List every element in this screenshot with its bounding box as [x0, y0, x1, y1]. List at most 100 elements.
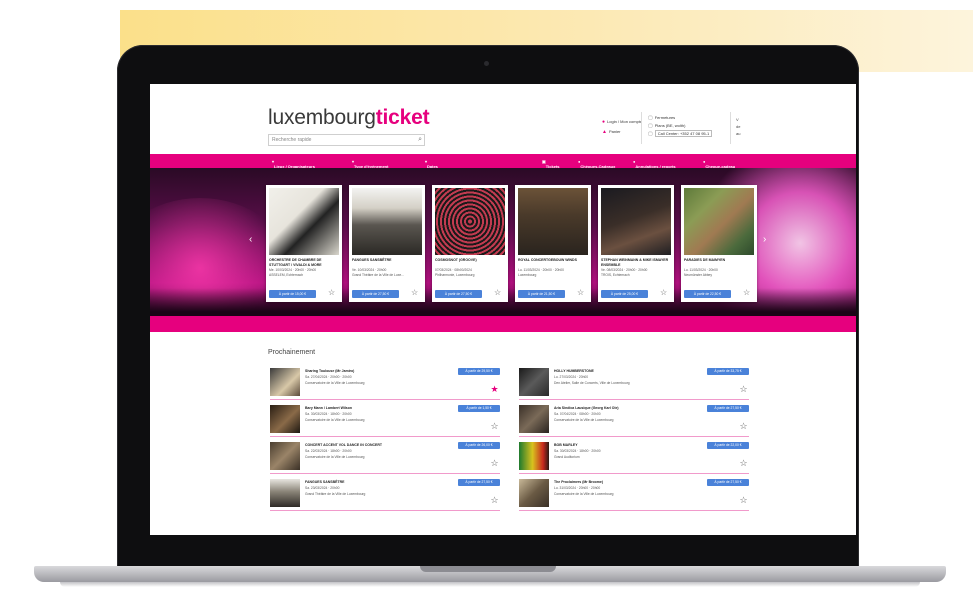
event-title: Sharing Toulouse (Mr Jamiro) — [305, 369, 355, 373]
favorite-star-icon[interactable]: ☆ — [577, 289, 584, 297]
favorite-star-icon[interactable]: ☆ — [328, 289, 335, 297]
cart-link[interactable]: ▲ Panier — [602, 127, 642, 137]
favorite-star-icon[interactable]: ☆ — [489, 459, 500, 468]
event-image — [269, 188, 339, 255]
event-meta: Ve. 10/03/2024 · 20h00 Grand Théâtre de l… — [352, 268, 422, 277]
closures-link[interactable]: ▢ Fermetures — [648, 114, 712, 122]
event-thumbnail — [270, 442, 300, 470]
favorite-star-icon[interactable]: ☆ — [660, 289, 667, 297]
hero-bottom-band — [150, 316, 856, 332]
contact-more-line: de — [736, 124, 741, 129]
nav-item-tickets[interactable]: ▣ Tickets — [542, 159, 560, 169]
event-title: CONCERT ACCENT VOL DANCE IN CONCERT — [305, 443, 383, 447]
buy-ticket-button[interactable]: À partir de 22,00 € — [707, 442, 749, 449]
nav-item-gift-card[interactable]: ● Cheque-cadeau — [703, 159, 735, 169]
event-thumbnail — [519, 368, 549, 396]
event-venue: Conservatoire de la Ville de Luxembourg — [305, 381, 365, 385]
favorite-star-icon[interactable]: ☆ — [738, 496, 749, 505]
list-item[interactable]: HOLLY HUMBERSTONE Lu. 27/03/2024 · 20h00… — [519, 367, 749, 400]
user-links: ● Login / Mon compte ▲ Panier — [602, 117, 642, 137]
contact-more-line: au — [736, 131, 741, 136]
nav-item-venues[interactable]: ▾ Lieux / Organisateurs — [272, 159, 315, 169]
favorite-star-icon[interactable]: ★ — [489, 385, 500, 394]
nav-item-event-type[interactable]: ▾ Type d'événement — [352, 159, 388, 169]
list-item[interactable]: BOB MARLEY Sa. 30/03/2024 · 18h00 · 20h0… — [519, 441, 749, 474]
favorite-star-icon[interactable]: ☆ — [494, 289, 501, 297]
event-title: HOLLY HUMBERSTONE — [554, 369, 594, 373]
favorite-star-icon[interactable]: ☆ — [411, 289, 418, 297]
nav-item-dates[interactable]: ▾ Dates — [425, 159, 438, 169]
nav-item-gift-cheques[interactable]: ● Chèques-Cadeaux — [578, 159, 615, 169]
list-item[interactable]: Sharing Toulouse (Mr Jamiro) Sa. 27/04/2… — [270, 367, 500, 400]
event-date: Lu. 27/03/2024 · 20h00 — [554, 375, 589, 379]
buy-ticket-button[interactable]: À partir de 21,50 € — [518, 290, 565, 298]
event-title: FANGUES SANSBÊTRE — [305, 480, 345, 484]
event-thumbnail — [519, 405, 549, 433]
event-thumbnail — [270, 405, 300, 433]
event-venue: Conservatoire de la Ville de Luxembourg — [554, 492, 614, 496]
list-item[interactable]: CONCERT ACCENT VOL DANCE IN CONCERT Sa. … — [270, 441, 500, 474]
event-meta: Lu. 11/03/2024 · 20h00 Neumünster Abbey — [684, 268, 754, 277]
nav-item-cancellations[interactable]: ● Annulations / reports — [633, 159, 676, 169]
plans-link[interactable]: ▢ Plans (BE, wolth) — [648, 122, 712, 130]
list-item[interactable]: The Proclaimers (Mr Broome) Lu. 31/03/20… — [519, 478, 749, 511]
favorite-star-icon[interactable]: ☆ — [489, 422, 500, 431]
buy-ticket-button[interactable]: À partir de 27,50 € — [707, 479, 749, 486]
event-date: Sa. 07/04/2024 · 08h00 · 20h00 — [554, 412, 601, 416]
event-title: COSMOSNOT (GROOVE) — [435, 258, 477, 262]
list-item[interactable]: FANGUES SANSBÊTRE Sa. 23/03/2024 · 20h00… — [270, 478, 500, 511]
buy-ticket-button[interactable]: À partir de 33,75 € — [707, 368, 749, 375]
event-title: FANGUES SANSBÊTRE — [352, 258, 392, 262]
featured-card[interactable]: STEPHAN WEINMANN & MIKE ISMAYER ENSEMBLE… — [598, 185, 674, 302]
main-nav: ▾ Lieux / Organisateurs ▾ Type d'événeme… — [150, 154, 856, 169]
favorite-star-icon[interactable]: ☆ — [489, 496, 500, 505]
buy-ticket-button[interactable]: À partir de 29,50 € — [458, 368, 500, 375]
event-thumbnail — [270, 479, 300, 507]
cart-label: Panier — [608, 129, 621, 134]
login-link[interactable]: ● Login / Mon compte — [602, 117, 642, 127]
login-label: Login / Mon compte — [607, 119, 643, 124]
site-logo[interactable]: luxembourgticket — [268, 106, 430, 130]
featured-card[interactable]: ROYAL CONCERTGEBOUW WINDS Lu. 11/03/2024… — [515, 185, 591, 302]
event-image — [352, 188, 422, 255]
laptop-notch — [420, 566, 556, 572]
buy-ticket-button[interactable]: À partir de 25,00 € — [601, 290, 648, 298]
buy-ticket-button[interactable]: À partir de 15,00 € — [269, 290, 316, 298]
event-image — [435, 188, 505, 255]
carousel-next-icon[interactable]: › — [763, 234, 766, 245]
buy-ticket-button[interactable]: À partir de 27,50 € — [458, 479, 500, 486]
featured-card[interactable]: ORCHESTRE DE CHAMBRE DE STUTTGART / VIVA… — [266, 185, 342, 302]
favorite-star-icon[interactable]: ☆ — [743, 289, 750, 297]
search-icon[interactable]: ⌕ — [418, 135, 422, 145]
buy-ticket-button[interactable]: À partir de 1,50 € — [458, 405, 500, 412]
buy-ticket-button[interactable]: À partir de 26,00 € — [458, 442, 500, 449]
event-image — [601, 188, 671, 255]
site-header: luxembourgticket Recherche rapide ⌕ ● Log… — [150, 84, 856, 154]
favorite-star-icon[interactable]: ☆ — [738, 459, 749, 468]
search-placeholder: Recherche rapide — [272, 137, 312, 143]
event-thumbnail — [270, 368, 300, 396]
favorite-star-icon[interactable]: ☆ — [738, 422, 749, 431]
event-title: ORCHESTRE DE CHAMBRE DE STUTTGART / VIVA… — [269, 258, 322, 267]
event-date: Sa. 27/04/2024 · 20h00 · 20h00 — [305, 375, 352, 379]
buy-ticket-button[interactable]: À partir de 22,50 € — [684, 290, 731, 298]
buy-ticket-button[interactable]: À partir de 27,50 € — [352, 290, 399, 298]
favorite-star-icon[interactable]: ☆ — [738, 385, 749, 394]
carousel-prev-icon[interactable]: ‹ — [249, 234, 252, 245]
buy-ticket-button[interactable]: À partir de 27,50 € — [435, 290, 482, 298]
contact-more: V de au — [736, 116, 740, 137]
event-title: STEPHAN WEINMANN & MIKE ISMAYER ENSEMBLE — [601, 258, 669, 267]
buy-ticket-button[interactable]: À partir de 27,50 € — [707, 405, 749, 412]
featured-card[interactable]: FANGUES SANSBÊTRE Ve. 10/03/2024 · 20h00… — [349, 185, 425, 302]
search-input[interactable]: Recherche rapide ⌕ — [268, 134, 425, 146]
list-item[interactable]: Bary Mann / Lambert Wilson Sa. 30/03/202… — [270, 404, 500, 437]
event-venue: Neumünster Abbey — [684, 272, 713, 277]
list-item[interactable]: Aria Sindica Lausique (Georg Karl Ole) S… — [519, 404, 749, 437]
event-venue: Grand Théâtre de la Ville de Luxembourg — [305, 492, 366, 496]
user-icon: ● — [602, 119, 606, 125]
featured-card[interactable]: PARADIES DE MAIMYEN Lu. 11/03/2024 · 20h… — [681, 185, 757, 302]
camera-icon — [484, 61, 489, 66]
event-venue: Conservatoire de la Ville de Luxembourg — [554, 418, 614, 422]
featured-card[interactable]: COSMOSNOT (GROOVE) 07/03/2024 · 08h00/20… — [432, 185, 508, 302]
browser-screen: luxembourgticket Recherche rapide ⌕ ● Log… — [150, 84, 856, 535]
